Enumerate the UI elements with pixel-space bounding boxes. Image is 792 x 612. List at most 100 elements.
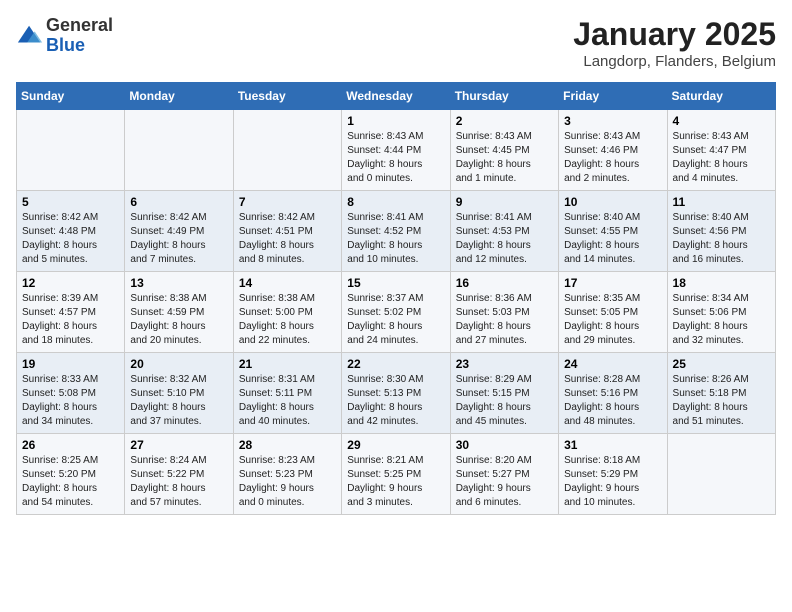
day-number: 3 [564,114,661,128]
day-number: 6 [130,195,227,209]
cell-content: Sunrise: 8:31 AMSunset: 5:11 PMDaylight:… [239,373,336,429]
cell-content: Sunrise: 8:21 AMSunset: 5:25 PMDaylight:… [347,454,444,510]
header-friday: Friday [559,83,667,110]
header-tuesday: Tuesday [233,83,341,110]
day-number: 5 [22,195,119,209]
cell-content: Sunrise: 8:42 AMSunset: 4:51 PMDaylight:… [239,211,336,267]
cell-content: Sunrise: 8:35 AMSunset: 5:05 PMDaylight:… [564,292,661,348]
calendar-cell: 27Sunrise: 8:24 AMSunset: 5:22 PMDayligh… [125,434,233,515]
day-number: 28 [239,438,336,452]
day-number: 24 [564,357,661,371]
day-number: 18 [673,276,770,290]
day-number: 31 [564,438,661,452]
calendar-cell [667,434,775,515]
calendar-cell [125,110,233,191]
calendar-cell: 25 Sunrise: 8:26 AMSunset: 5:18 PMDayligh… [667,353,775,434]
cell-content: Sunrise: 8:39 AMSunset: 4:57 PMDaylight:… [22,292,119,348]
day-number: 9 [456,195,553,209]
day-number: 26 [22,438,119,452]
day-number: 19 [22,357,119,371]
calendar-cell: 16 Sunrise: 8:36 AMSunset: 5:03 PMDayligh… [450,272,558,353]
day-number: 23 [456,357,553,371]
day-number: 4 [673,114,770,128]
cell-content: Sunrise: 8:40 AMSunset: 4:55 PMDaylight:… [564,211,661,267]
day-number: 25 [673,357,770,371]
calendar-cell: 6 Sunrise: 8:42 AMSunset: 4:49 PMDaylight… [125,191,233,272]
cell-content: Sunrise: 8:42 AMSunset: 4:48 PMDaylight:… [22,211,119,267]
calendar-cell: 17Sunrise: 8:35 AMSunset: 5:05 PMDayligh… [559,272,667,353]
cell-content: Sunrise: 8:41 AMSunset: 4:52 PMDaylight:… [347,211,444,267]
calendar-cell: 1 Sunrise: 8:43 AMSunset: 4:44 PMDaylight… [342,110,450,191]
cell-content: Sunrise: 8:33 AMSunset: 5:08 PMDaylight:… [22,373,119,429]
calendar-header-row: SundayMondayTuesdayWednesdayThursdayFrid… [17,83,776,110]
cell-content: Sunrise: 8:41 AMSunset: 4:53 PMDaylight:… [456,211,553,267]
calendar-cell: 14Sunrise: 8:38 AMSunset: 5:00 PMDayligh… [233,272,341,353]
cell-content: Sunrise: 8:26 AMSunset: 5:18 PMDaylight:… [673,373,770,429]
cell-content: Sunrise: 8:32 AMSunset: 5:10 PMDaylight:… [130,373,227,429]
calendar-table: SundayMondayTuesdayWednesdayThursdayFrid… [16,82,776,515]
calendar-cell: 20 Sunrise: 8:32 AMSunset: 5:10 PMDayligh… [125,353,233,434]
day-number: 11 [673,195,770,209]
header-sunday: Sunday [17,83,125,110]
calendar-cell: 26 Sunrise: 8:25 AMSunset: 5:20 PMDayligh… [17,434,125,515]
cell-content: Sunrise: 8:36 AMSunset: 5:03 PMDaylight:… [456,292,553,348]
calendar-cell: 3 Sunrise: 8:43 AMSunset: 4:46 PMDaylight… [559,110,667,191]
cell-content: Sunrise: 8:42 AMSunset: 4:49 PMDaylight:… [130,211,227,267]
page-subtitle: Langdorp, Flanders, Belgium [573,53,776,70]
cell-content: Sunrise: 8:43 AMSunset: 4:47 PMDaylight:… [673,130,770,186]
header-wednesday: Wednesday [342,83,450,110]
calendar-cell: 2Sunrise: 8:43 AMSunset: 4:45 PMDaylight… [450,110,558,191]
header-thursday: Thursday [450,83,558,110]
calendar-week-row: 19 Sunrise: 8:33 AMSunset: 5:08 PMDayligh… [17,353,776,434]
cell-content: Sunrise: 8:34 AMSunset: 5:06 PMDaylight:… [673,292,770,348]
cell-content: Sunrise: 8:29 AMSunset: 5:15 PMDaylight:… [456,373,553,429]
day-number: 10 [564,195,661,209]
day-number: 21 [239,357,336,371]
day-number: 20 [130,357,227,371]
cell-content: Sunrise: 8:43 AMSunset: 4:46 PMDaylight:… [564,130,661,186]
calendar-cell: 5 Sunrise: 8:42 AMSunset: 4:48 PMDaylight… [17,191,125,272]
calendar-cell: 13 Sunrise: 8:38 AMSunset: 4:59 PMDayligh… [125,272,233,353]
cell-content: Sunrise: 8:43 AMSunset: 4:44 PMDaylight:… [347,130,444,186]
cell-content: Sunrise: 8:38 AMSunset: 4:59 PMDaylight:… [130,292,227,348]
day-number: 8 [347,195,444,209]
day-number: 1 [347,114,444,128]
day-number: 30 [456,438,553,452]
day-number: 13 [130,276,227,290]
calendar-cell [17,110,125,191]
day-number: 16 [456,276,553,290]
cell-content: Sunrise: 8:30 AMSunset: 5:13 PMDaylight:… [347,373,444,429]
page-title: January 2025 [573,16,776,53]
logo-blue-text: Blue [46,35,85,55]
title-block: January 2025 Langdorp, Flanders, Belgium [573,16,776,70]
page-header: General Blue January 2025 Langdorp, Flan… [16,16,776,70]
header-monday: Monday [125,83,233,110]
calendar-cell: 24 Sunrise: 8:28 AMSunset: 5:16 PMDayligh… [559,353,667,434]
calendar-cell: 28Sunrise: 8:23 AMSunset: 5:23 PMDayligh… [233,434,341,515]
calendar-cell: 8 Sunrise: 8:41 AMSunset: 4:52 PMDaylight… [342,191,450,272]
day-number: 7 [239,195,336,209]
day-number: 15 [347,276,444,290]
calendar-cell: 15 Sunrise: 8:37 AMSunset: 5:02 PMDayligh… [342,272,450,353]
cell-content: Sunrise: 8:28 AMSunset: 5:16 PMDaylight:… [564,373,661,429]
cell-content: Sunrise: 8:37 AMSunset: 5:02 PMDaylight:… [347,292,444,348]
calendar-cell: 9 Sunrise: 8:41 AMSunset: 4:53 PMDaylight… [450,191,558,272]
day-number: 2 [456,114,553,128]
calendar-cell: 29Sunrise: 8:21 AMSunset: 5:25 PMDayligh… [342,434,450,515]
day-number: 14 [239,276,336,290]
logo: General Blue [16,16,113,56]
calendar-cell: 10 Sunrise: 8:40 AMSunset: 4:55 PMDayligh… [559,191,667,272]
cell-content: Sunrise: 8:18 AMSunset: 5:29 PMDaylight:… [564,454,661,510]
cell-content: Sunrise: 8:25 AMSunset: 5:20 PMDaylight:… [22,454,119,510]
calendar-cell: 23 Sunrise: 8:29 AMSunset: 5:15 PMDayligh… [450,353,558,434]
day-number: 22 [347,357,444,371]
calendar-cell [233,110,341,191]
calendar-week-row: 5 Sunrise: 8:42 AMSunset: 4:48 PMDaylight… [17,191,776,272]
logo-icon [16,22,44,50]
cell-content: Sunrise: 8:24 AMSunset: 5:22 PMDaylight:… [130,454,227,510]
calendar-cell: 31 Sunrise: 8:18 AMSunset: 5:29 PMDayligh… [559,434,667,515]
calendar-cell: 30Sunrise: 8:20 AMSunset: 5:27 PMDayligh… [450,434,558,515]
calendar-week-row: 26 Sunrise: 8:25 AMSunset: 5:20 PMDayligh… [17,434,776,515]
calendar-cell: 11Sunrise: 8:40 AMSunset: 4:56 PMDayligh… [667,191,775,272]
calendar-cell: 7 Sunrise: 8:42 AMSunset: 4:51 PMDaylight… [233,191,341,272]
